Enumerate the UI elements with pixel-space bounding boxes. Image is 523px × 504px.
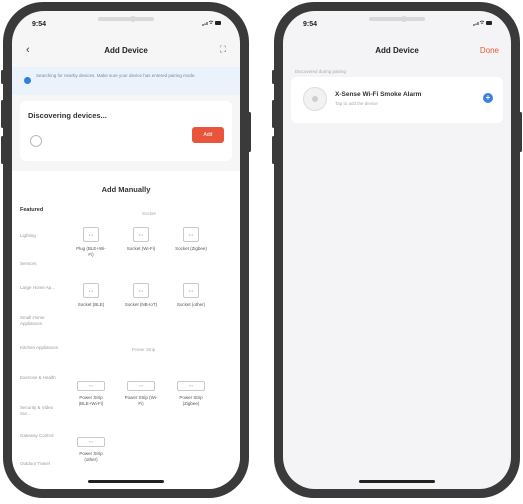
volume-up-button	[1, 100, 4, 128]
section-label: Discovered during pairing	[295, 69, 347, 74]
device-label: Power Strip (BLE+Wi-Fi)	[78, 395, 104, 406]
power-strip-icon: ▫▫▫	[77, 437, 105, 447]
socket-icon: • •	[133, 227, 149, 242]
done-button[interactable]: Done	[480, 46, 499, 55]
discovering-label: Discovering devices...	[28, 111, 107, 120]
socket-icon: • •	[133, 283, 149, 298]
volume-down-button	[272, 136, 275, 164]
device-label: Socket (NB-IoT)	[124, 302, 158, 307]
socket-icon: • •	[183, 283, 199, 298]
searching-banner: Searching for nearby devices. Make sure …	[12, 67, 240, 95]
discovered-device-card[interactable]: X-Sense Wi-Fi Smoke Alarm Tap to add the…	[291, 77, 503, 123]
category-sensors[interactable]: Sensors	[20, 261, 60, 267]
device-tile[interactable]: • • Socket (BLE)	[74, 283, 108, 308]
device-label: Socket (BLE)	[77, 302, 105, 307]
device-hint: Tap to add the device	[335, 101, 378, 106]
mute-switch	[1, 70, 4, 84]
device-label: Socket (Wi-Fi)	[126, 246, 156, 251]
mute-switch	[272, 70, 275, 84]
camera-dot	[401, 16, 407, 22]
subhead-socket: Socket	[142, 211, 156, 216]
screen-left: 9:54 ‹ Add Device ⛶ Searching for nearby…	[12, 11, 240, 489]
power-button	[519, 112, 522, 152]
nav-bar: ‹ Add Device ⛶	[12, 41, 240, 61]
category-outdoor-travel[interactable]: Outdoor Travel	[20, 461, 60, 467]
category-lighting[interactable]: Lighting	[20, 233, 60, 239]
category-featured[interactable]: Featured	[20, 207, 60, 213]
device-tile[interactable]: ▫▫▫ Power Strip (Wi-Fi)	[124, 381, 158, 407]
scan-icon[interactable]: ⛶	[220, 44, 226, 55]
status-time: 9:54	[303, 21, 318, 28]
volume-down-button	[1, 136, 4, 164]
loading-spinner-icon	[30, 135, 42, 147]
socket-icon: • •	[83, 227, 99, 242]
smoke-alarm-icon	[303, 87, 327, 111]
category-gateway-control[interactable]: Gateway Control	[20, 433, 60, 439]
device-tile[interactable]: ▫▫▫ Power Strip (Zigbee)	[174, 381, 208, 407]
phone-frame-left: 9:54 ‹ Add Device ⛶ Searching for nearby…	[1, 2, 251, 498]
device-label: Power Strip (Zigbee)	[179, 395, 203, 406]
signal-battery-icon	[202, 20, 221, 26]
signal-battery-icon	[473, 20, 492, 26]
device-tile[interactable]: ▫▫▫ Power Strip (other)	[74, 437, 108, 463]
home-indicator	[88, 480, 164, 483]
speaker-grill	[98, 17, 154, 21]
nav-bar: Add Device Done	[283, 41, 511, 61]
status-bar: 9:54	[283, 11, 511, 37]
device-tile[interactable]: • • Socket (other)	[174, 283, 208, 308]
add-manually-panel: Add Manually Featured Lighting Sensors L…	[12, 171, 240, 489]
add-button[interactable]: Add	[192, 127, 224, 143]
device-name: X-Sense Wi-Fi Smoke Alarm	[335, 91, 422, 98]
power-button	[248, 112, 251, 152]
device-label: Socket (Zigbee)	[175, 246, 207, 251]
device-label: Power Strip (Wi-Fi)	[124, 395, 158, 406]
home-indicator	[359, 480, 435, 483]
device-tile[interactable]: • • Socket (Zigbee)	[174, 227, 208, 252]
power-strip-icon: ▫▫▫	[177, 381, 205, 391]
device-tile[interactable]: • • Plug (BLE+Wi-Fi)	[74, 227, 108, 258]
page-title: Add Device	[375, 46, 419, 55]
screen-right: 9:54 Add Device Done Discovered during p…	[283, 11, 511, 489]
phone-frame-right: 9:54 Add Device Done Discovered during p…	[272, 2, 522, 498]
socket-icon: • •	[183, 227, 199, 242]
add-manually-title: Add Manually	[101, 185, 151, 194]
status-bar: 9:54	[12, 11, 240, 37]
info-icon	[24, 77, 31, 84]
power-strip-icon: ▫▫▫	[127, 381, 155, 391]
banner-text: Searching for nearby devices. Make sure …	[36, 73, 196, 78]
camera-dot	[130, 16, 136, 22]
device-label: Plug (BLE+Wi-Fi)	[76, 246, 106, 257]
page-title: Add Device	[104, 46, 148, 55]
category-security[interactable]: Security & Video Sur...	[20, 405, 60, 417]
device-tile[interactable]: ▫▫▫ Power Strip (BLE+Wi-Fi)	[74, 381, 108, 407]
device-tile[interactable]: • • Socket (Wi-Fi)	[124, 227, 158, 252]
status-time: 9:54	[32, 21, 47, 28]
power-strip-icon: ▫▫▫	[77, 381, 105, 391]
category-kitchen-appliances[interactable]: Kitchen Appliances	[20, 345, 60, 351]
device-label: Socket (other)	[176, 302, 206, 307]
speaker-grill	[369, 17, 425, 21]
add-device-plus-icon[interactable]: +	[483, 93, 493, 103]
subhead-power-strip: Power Strip	[132, 347, 156, 352]
socket-icon: • •	[83, 283, 99, 298]
category-small-home-appliances[interactable]: Small Home Appliances	[20, 315, 60, 327]
discovering-card: Discovering devices... Add	[20, 101, 232, 161]
category-exercise-health[interactable]: Exercise & Health	[20, 375, 60, 381]
volume-up-button	[272, 100, 275, 128]
device-tile[interactable]: • • Socket (NB-IoT)	[124, 283, 158, 308]
device-label: Power Strip (other)	[79, 451, 103, 462]
category-large-home-appliances[interactable]: Large Home Ap...	[20, 285, 60, 291]
